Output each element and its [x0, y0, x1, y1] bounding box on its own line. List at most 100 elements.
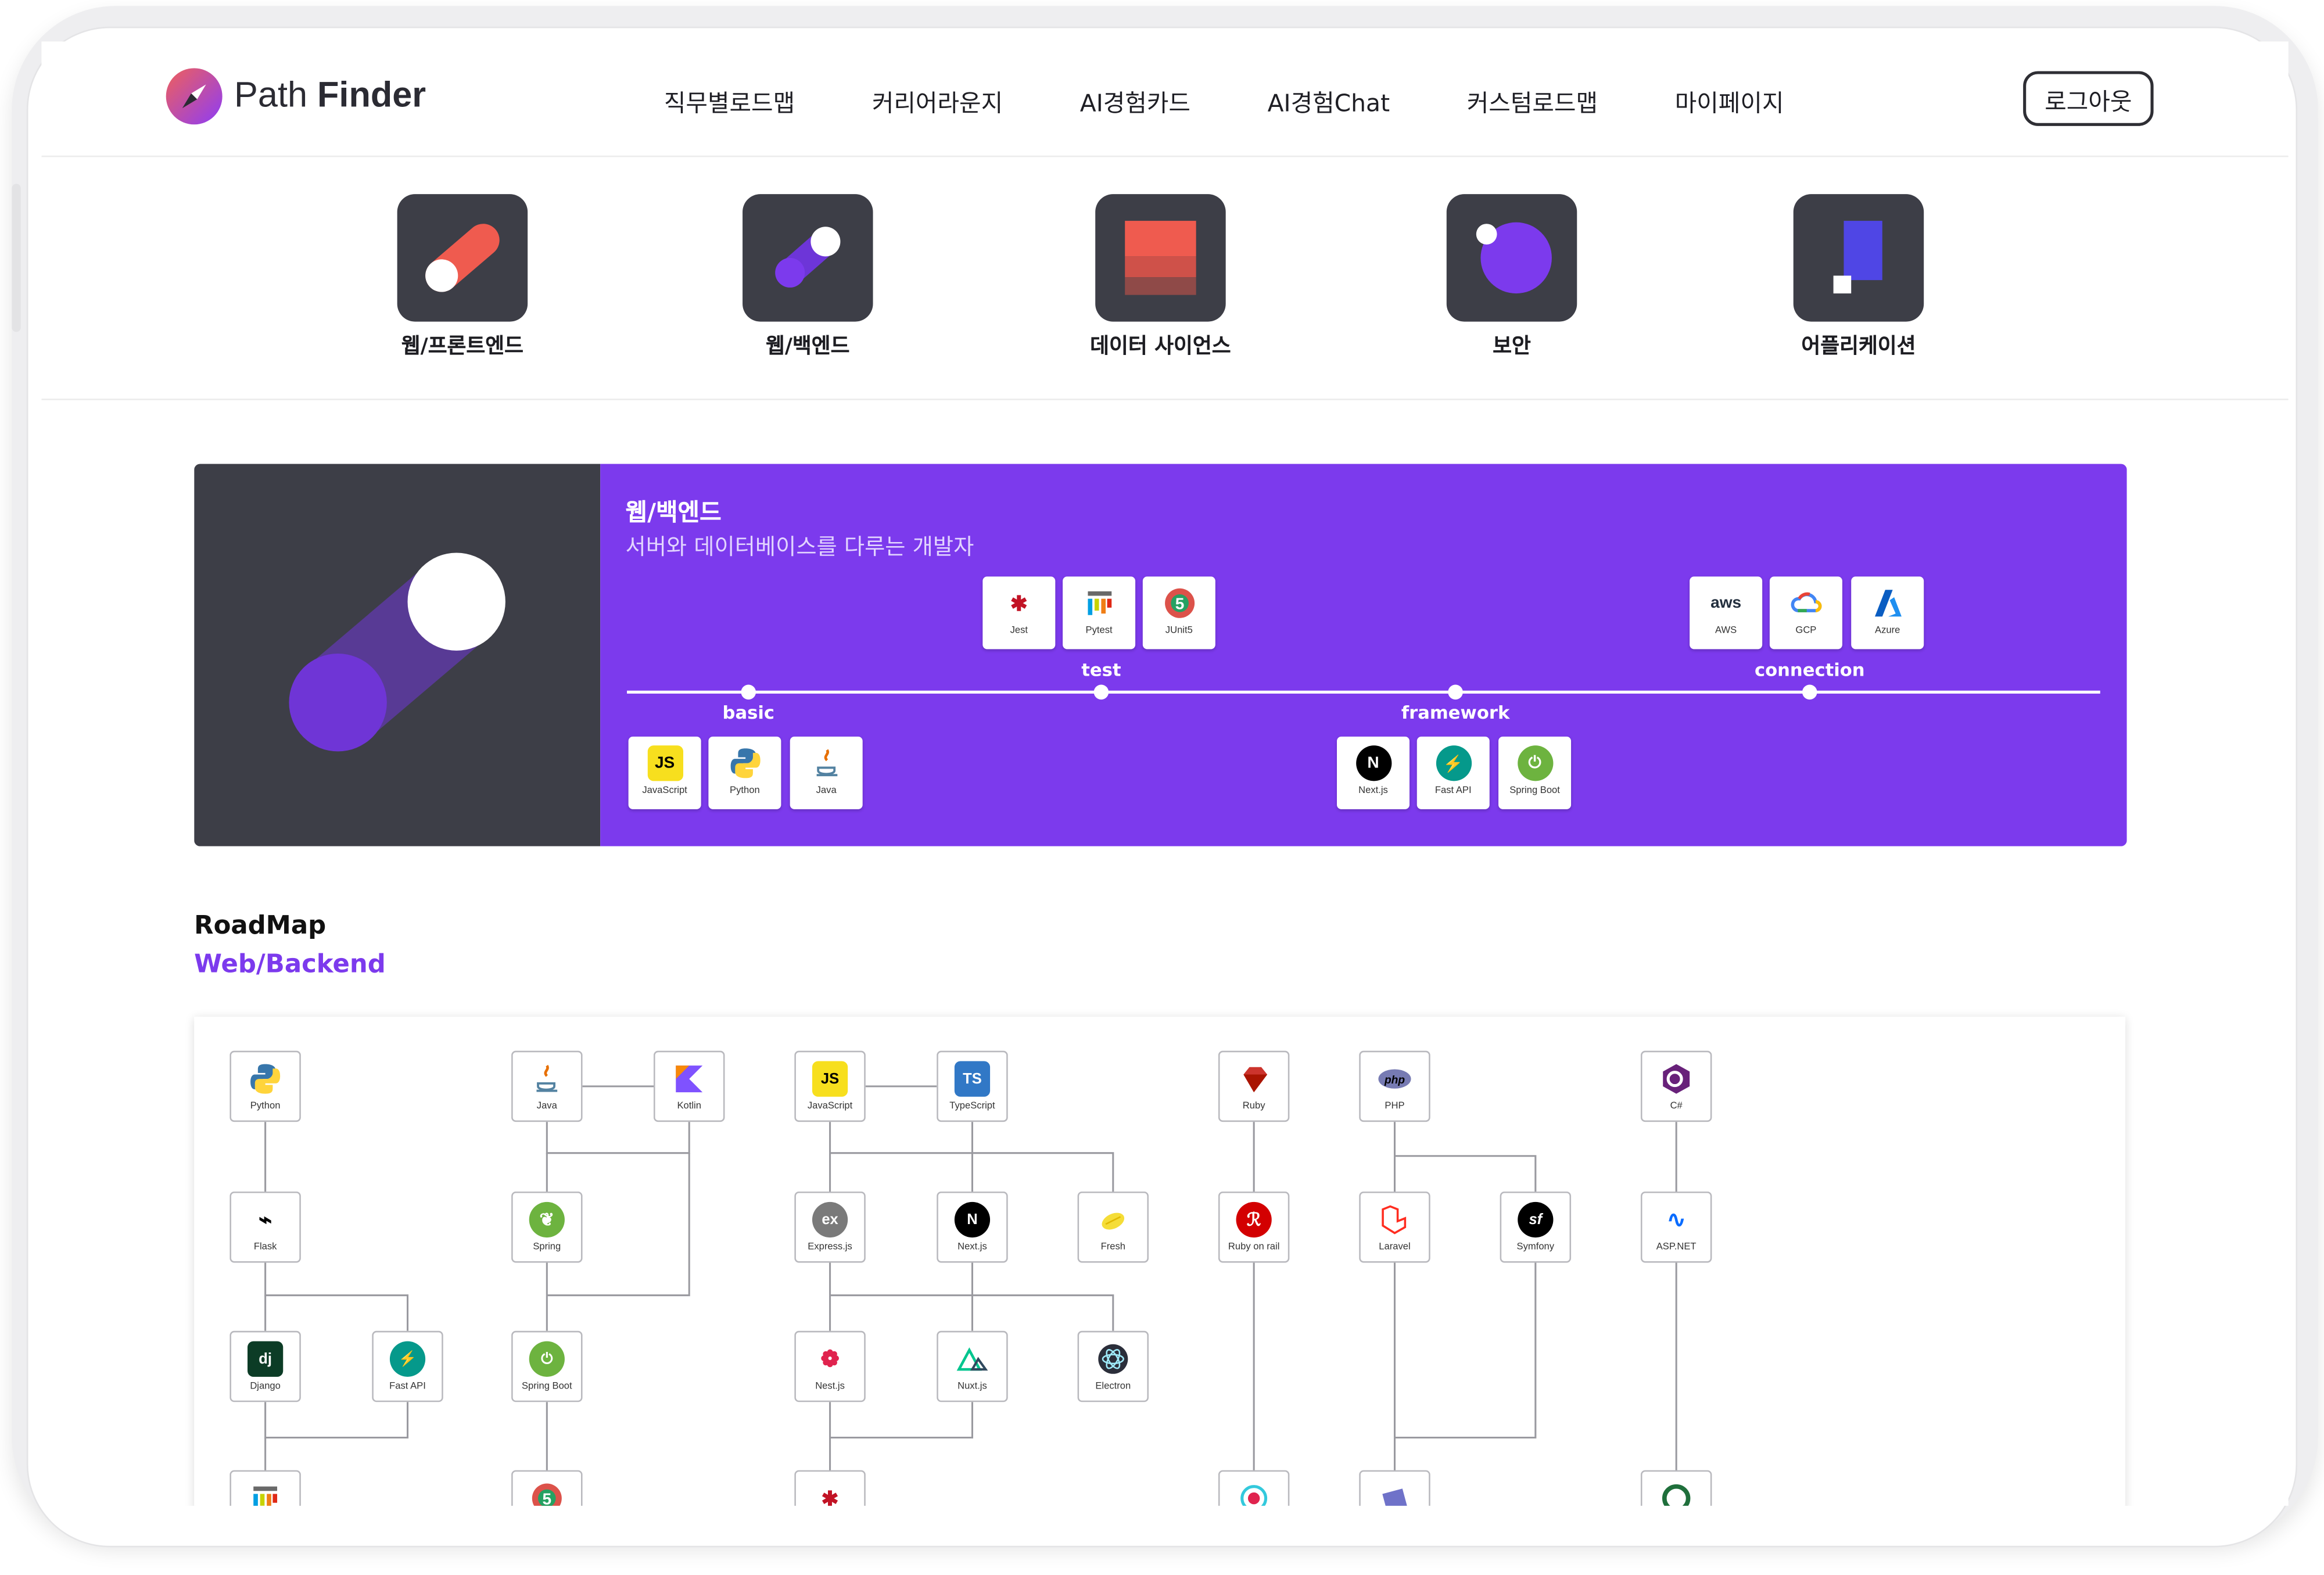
- node-label: ASP.NET: [1656, 1242, 1697, 1253]
- tech-nextjs[interactable]: N Next.js: [1337, 736, 1410, 809]
- roadmap-title: RoadMap: [194, 911, 327, 941]
- roadmap-node-junit-partial[interactable]: 5: [511, 1470, 583, 1506]
- nav-career-lounge[interactable]: 커리어라운지: [872, 83, 1003, 119]
- node-label: TypeScript: [949, 1101, 995, 1112]
- dotnet-icon: [1659, 1480, 1694, 1506]
- fresh-icon: [1095, 1202, 1131, 1237]
- phpunit-icon: [1377, 1480, 1412, 1506]
- pytest-icon: [248, 1480, 283, 1506]
- node-label: PHP: [1385, 1101, 1405, 1112]
- java-icon: [529, 1061, 565, 1097]
- nextjs-icon: N: [954, 1201, 991, 1238]
- tech-label: Java: [816, 785, 837, 796]
- roadmap-node-expressjs[interactable]: ex Express.js: [794, 1192, 866, 1263]
- nav-ai-experience-chat[interactable]: AI경험Chat: [1268, 83, 1390, 119]
- roadmap-node-spring-boot[interactable]: ⏻ Spring Boot: [511, 1330, 583, 1402]
- express-icon: ex: [812, 1201, 848, 1238]
- roadmap-node-ruby-on-rail[interactable]: ℛ Ruby on rail: [1218, 1192, 1290, 1263]
- logo-text-bold: Finder: [317, 76, 426, 116]
- roadmap-connectors: [264, 1085, 1677, 1476]
- roadmap-node-phpunit-partial[interactable]: [1359, 1470, 1430, 1506]
- category-label: 웹/백엔드: [766, 335, 850, 359]
- roadmap-node-nestjs[interactable]: ❁ Nest.js: [794, 1330, 866, 1402]
- pytest-icon: [1081, 586, 1117, 621]
- node-label: Django: [250, 1381, 281, 1392]
- roadmap-node-symfony[interactable]: sf Symfony: [1500, 1192, 1572, 1263]
- tech-fastapi[interactable]: ⚡ Fast API: [1416, 736, 1490, 809]
- category-label: 데이터 사이언스: [1090, 335, 1231, 359]
- main-nav: 직무별로드맵 커리어라운지 AI경험카드 AI경험Chat 커스텀로드맵 마이페…: [664, 83, 1861, 119]
- tech-python[interactable]: Python: [708, 736, 781, 809]
- tech-label: Next.js: [1358, 785, 1388, 796]
- roadmap-node-ruby[interactable]: Ruby: [1218, 1050, 1290, 1122]
- tech-java[interactable]: Java: [790, 736, 863, 809]
- app-screen: Path Finder 직무별로드맵 커리어라운지 AI경험카드 AI경험Cha…: [41, 41, 2289, 1506]
- roadmap-node-laravel[interactable]: Laravel: [1359, 1192, 1430, 1263]
- rails-icon: ℛ: [1236, 1201, 1272, 1238]
- fastapi-icon: ⚡: [389, 1341, 426, 1377]
- logo[interactable]: Path Finder: [166, 68, 426, 125]
- node-label: C#: [1670, 1101, 1683, 1112]
- hero-content: 웹/백엔드 서버와 데이터베이스를 다루는 개발자 basic test fra…: [600, 464, 2127, 846]
- aspnet-icon: ∿: [1667, 1208, 1686, 1233]
- roadmap-node-csharp[interactable]: C#: [1640, 1050, 1712, 1122]
- node-label: Python: [250, 1101, 281, 1112]
- roadmap-node-fastapi[interactable]: ⚡ Fast API: [372, 1330, 443, 1402]
- node-label: Laravel: [1379, 1242, 1411, 1253]
- compass-icon: [166, 68, 223, 125]
- nav-ai-experience-card[interactable]: AI경험카드: [1080, 83, 1190, 119]
- data-stack-icon: [1095, 194, 1226, 322]
- roadmap-node-python[interactable]: Python: [229, 1050, 301, 1122]
- node-label: Spring: [533, 1242, 561, 1253]
- roadmap-node-aspnet[interactable]: ∿ ASP.NET: [1640, 1192, 1712, 1263]
- category-data-science[interactable]: 데이터 사이언스: [1057, 194, 1264, 360]
- category-frontend[interactable]: 웹/프론트엔드: [358, 194, 566, 360]
- roadmap-node-rspec-partial[interactable]: [1218, 1470, 1290, 1506]
- roadmap-node-kotlin[interactable]: Kotlin: [653, 1050, 725, 1122]
- roadmap-subtitle: Web/Backend: [194, 950, 386, 980]
- spring-boot-icon: ⏻: [529, 1341, 565, 1377]
- roadmap-node-nuxtjs[interactable]: Nuxt.js: [937, 1330, 1008, 1402]
- spring-icon: ❦: [529, 1201, 565, 1238]
- nav-mypage[interactable]: 마이페이지: [1675, 83, 1784, 119]
- roadmap-node-fresh[interactable]: Fresh: [1077, 1192, 1149, 1263]
- roadmap-node-dotnet-partial[interactable]: [1640, 1470, 1712, 1506]
- tech-pytest[interactable]: Pytest: [1063, 576, 1136, 650]
- roadmap-node-nextjs[interactable]: N Next.js: [937, 1192, 1008, 1263]
- python-icon: [727, 745, 762, 781]
- roadmap-node-javascript[interactable]: JS JavaScript: [794, 1050, 866, 1122]
- roadmap-node-typescript[interactable]: TS TypeScript: [937, 1050, 1008, 1122]
- roadmap-node-java[interactable]: Java: [511, 1050, 583, 1122]
- tech-javascript[interactable]: JS JavaScript: [628, 736, 701, 809]
- logout-button[interactable]: 로그아웃: [2023, 71, 2154, 126]
- node-label: Fresh: [1100, 1242, 1126, 1253]
- roadmap-node-jest-partial[interactable]: ✱: [794, 1470, 866, 1506]
- roadmap-node-electron[interactable]: Electron: [1077, 1330, 1149, 1402]
- stage-label-basic: basic: [722, 702, 774, 723]
- category-security[interactable]: 보안: [1408, 194, 1615, 360]
- svg-text:php: php: [1384, 1074, 1405, 1086]
- category-backend[interactable]: 웹/백엔드: [704, 194, 912, 360]
- laravel-icon: [1377, 1202, 1412, 1237]
- tech-aws[interactable]: aws AWS: [1690, 576, 1763, 650]
- security-orb-icon: [1446, 194, 1577, 322]
- roadmap-node-pytest-partial[interactable]: [229, 1470, 301, 1506]
- nav-job-roadmap[interactable]: 직무별로드맵: [664, 83, 795, 119]
- roadmap-node-django[interactable]: dj Django: [229, 1330, 301, 1402]
- roadmap-node-flask[interactable]: ⌁ Flask: [229, 1192, 301, 1263]
- django-icon: dj: [248, 1341, 284, 1377]
- roadmap-node-spring[interactable]: ❦ Spring: [511, 1192, 583, 1263]
- tech-junit5[interactable]: 5 JUnit5: [1142, 576, 1215, 650]
- nav-custom-roadmap[interactable]: 커스텀로드맵: [1467, 83, 1598, 119]
- tech-spring-boot[interactable]: ⏻ Spring Boot: [1498, 736, 1572, 809]
- stage-label-test: test: [1081, 659, 1121, 680]
- csharp-icon: [1659, 1061, 1694, 1097]
- node-label: Nest.js: [815, 1381, 845, 1392]
- junit5-icon: 5: [529, 1480, 565, 1506]
- tech-azure[interactable]: Azure: [1851, 576, 1924, 650]
- tech-gcp[interactable]: GCP: [1769, 576, 1842, 650]
- tech-jest[interactable]: ✱ Jest: [982, 576, 1056, 650]
- category-application[interactable]: 어플리케이션: [1755, 194, 1962, 360]
- azure-icon: [1870, 586, 1905, 621]
- roadmap-node-php[interactable]: php PHP: [1359, 1050, 1430, 1122]
